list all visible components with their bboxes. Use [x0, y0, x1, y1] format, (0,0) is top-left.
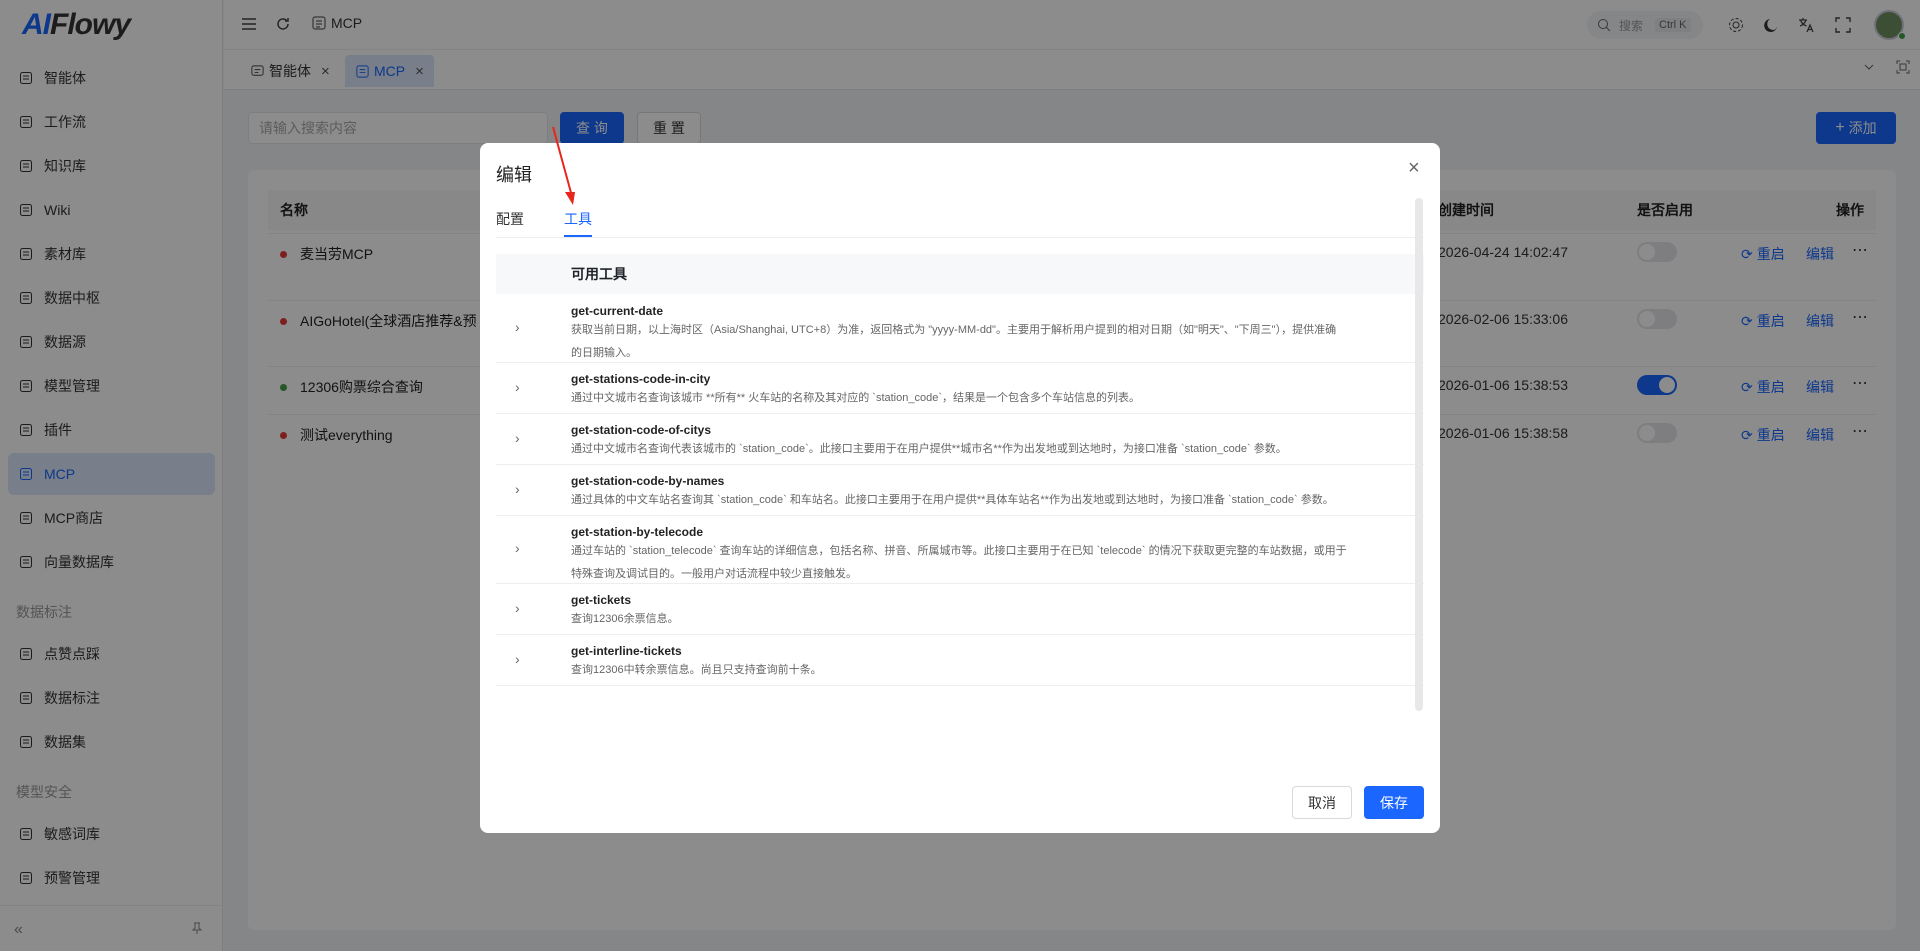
tools-header: 可用工具 [496, 254, 1424, 294]
tool-name: get-interline-tickets [571, 644, 682, 658]
tool-description: 的日期输入。 [571, 347, 637, 359]
tool-name: get-current-date [571, 304, 664, 318]
tool-name: get-station-code-of-citys [571, 423, 712, 437]
tab-config[interactable]: 配置 [496, 209, 524, 229]
tool-description: 查询12306余票信息。 [571, 613, 679, 625]
chevron-right-icon[interactable]: › [515, 481, 520, 497]
tool-row[interactable]: › get-current-date 获取当前日期，以上海时区（Asia/Sha… [496, 295, 1424, 363]
tool-description: 特殊查询及调试目的。一般用户对话流程中较少直接触发。 [571, 568, 857, 580]
tool-row[interactable]: › get-stations-code-in-city 通过中文城市名查询该城市… [496, 363, 1424, 414]
annotation-arrow [540, 115, 580, 210]
chevron-right-icon[interactable]: › [515, 540, 520, 556]
tool-row[interactable]: › get-station-by-telecode 通过车站的 `station… [496, 516, 1424, 584]
close-icon[interactable]: × [1408, 157, 1420, 180]
active-tab-indicator [564, 235, 592, 237]
tool-description: 通过中文城市名查询代表该城市的 `station_code`。此接口主要用于在用… [571, 443, 1287, 455]
tool-name: get-stations-code-in-city [571, 372, 711, 386]
tool-row[interactable]: › get-station-code-of-citys 通过中文城市名查询代表该… [496, 414, 1424, 465]
modal-title: 编辑 [496, 165, 532, 185]
tool-row[interactable]: › get-station-code-by-names 通过具体的中文车站名查询… [496, 465, 1424, 516]
tool-description: 通过中文城市名查询该城市 **所有** 火车站的名称及其对应的 `station… [571, 392, 1140, 404]
tool-name: get-station-code-by-names [571, 474, 725, 488]
tab-tools[interactable]: 工具 [564, 209, 592, 229]
tab-divider [496, 237, 1424, 238]
chevron-right-icon[interactable]: › [515, 651, 520, 667]
chevron-right-icon[interactable]: › [515, 379, 520, 395]
tool-name: get-tickets [571, 593, 632, 607]
tool-description: 通过具体的中文车站名查询其 `station_code` 和车站名。此接口主要用… [571, 494, 1334, 506]
tool-description: 通过车站的 `station_telecode` 查询车站的详细信息，包括名称、… [571, 545, 1347, 557]
tool-row[interactable]: › get-interline-tickets 查询12306中转余票信息。尚且… [496, 635, 1424, 686]
save-button[interactable]: 保存 [1364, 786, 1424, 819]
tool-description: 查询12306中转余票信息。尚且只支持查询前十条。 [571, 664, 822, 676]
edit-modal: 编辑 × 配置 工具 可用工具 › get-current-date 获取当前日… [480, 143, 1440, 833]
tool-name: get-station-by-telecode [571, 525, 704, 539]
chevron-right-icon[interactable]: › [515, 430, 520, 446]
chevron-right-icon[interactable]: › [515, 319, 520, 335]
cancel-button[interactable]: 取消 [1292, 786, 1352, 819]
tool-description: 获取当前日期，以上海时区（Asia/Shanghai, UTC+8）为准，返回格… [571, 324, 1337, 336]
tool-row[interactable]: › get-tickets 查询12306余票信息。 [496, 584, 1424, 635]
chevron-right-icon[interactable]: › [515, 600, 520, 616]
scrollbar[interactable] [1415, 198, 1423, 711]
